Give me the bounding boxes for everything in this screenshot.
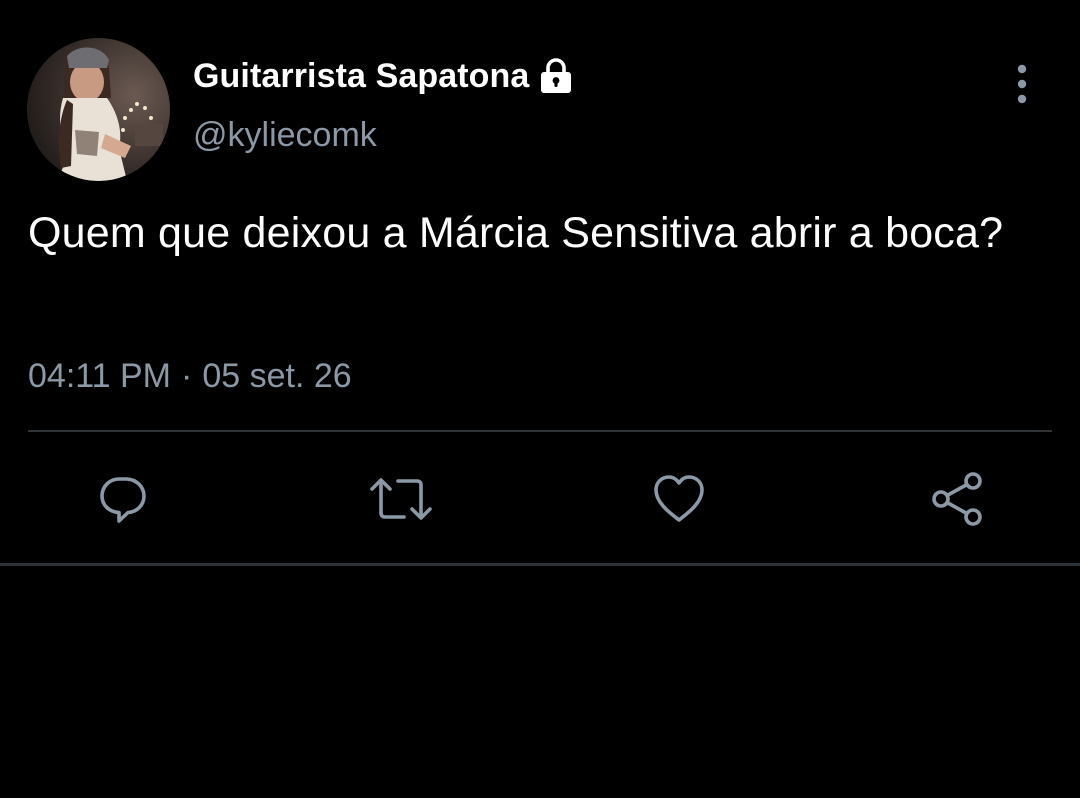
author-name-row[interactable]: Guitarrista Sapatona bbox=[193, 56, 575, 96]
tweet-timestamp[interactable]: 04:11 PM · 05 set. 26 bbox=[28, 357, 352, 396]
meta-separator: · bbox=[181, 357, 193, 395]
reply-button[interactable] bbox=[90, 466, 156, 532]
more-options-button[interactable] bbox=[1002, 62, 1042, 108]
retweet-button[interactable] bbox=[368, 466, 434, 532]
divider bbox=[28, 430, 1052, 432]
avatar[interactable] bbox=[27, 38, 170, 181]
share-icon bbox=[932, 472, 982, 526]
like-button[interactable] bbox=[646, 466, 712, 532]
avatar-photo bbox=[27, 38, 170, 181]
tweet-bottom-divider bbox=[0, 563, 1080, 566]
heart-icon bbox=[654, 475, 704, 522]
tweet-time: 04:11 PM bbox=[28, 357, 172, 395]
author-handle[interactable]: @kyliecomk bbox=[193, 116, 377, 155]
tweet-date: 05 set. 26 bbox=[202, 357, 352, 395]
lock-icon bbox=[537, 57, 575, 95]
share-button[interactable] bbox=[924, 466, 990, 532]
reply-icon bbox=[100, 477, 146, 523]
tweet-text: Quem que deixou a Márcia Sensitiva abrir… bbox=[28, 209, 1004, 257]
author-display-name[interactable]: Guitarrista Sapatona bbox=[193, 57, 529, 96]
more-vertical-icon bbox=[1017, 64, 1027, 104]
retweet-icon bbox=[370, 478, 432, 520]
action-bar bbox=[0, 466, 1080, 532]
tweet: Guitarrista Sapatona @kyliecomk Quem que… bbox=[0, 0, 1080, 566]
